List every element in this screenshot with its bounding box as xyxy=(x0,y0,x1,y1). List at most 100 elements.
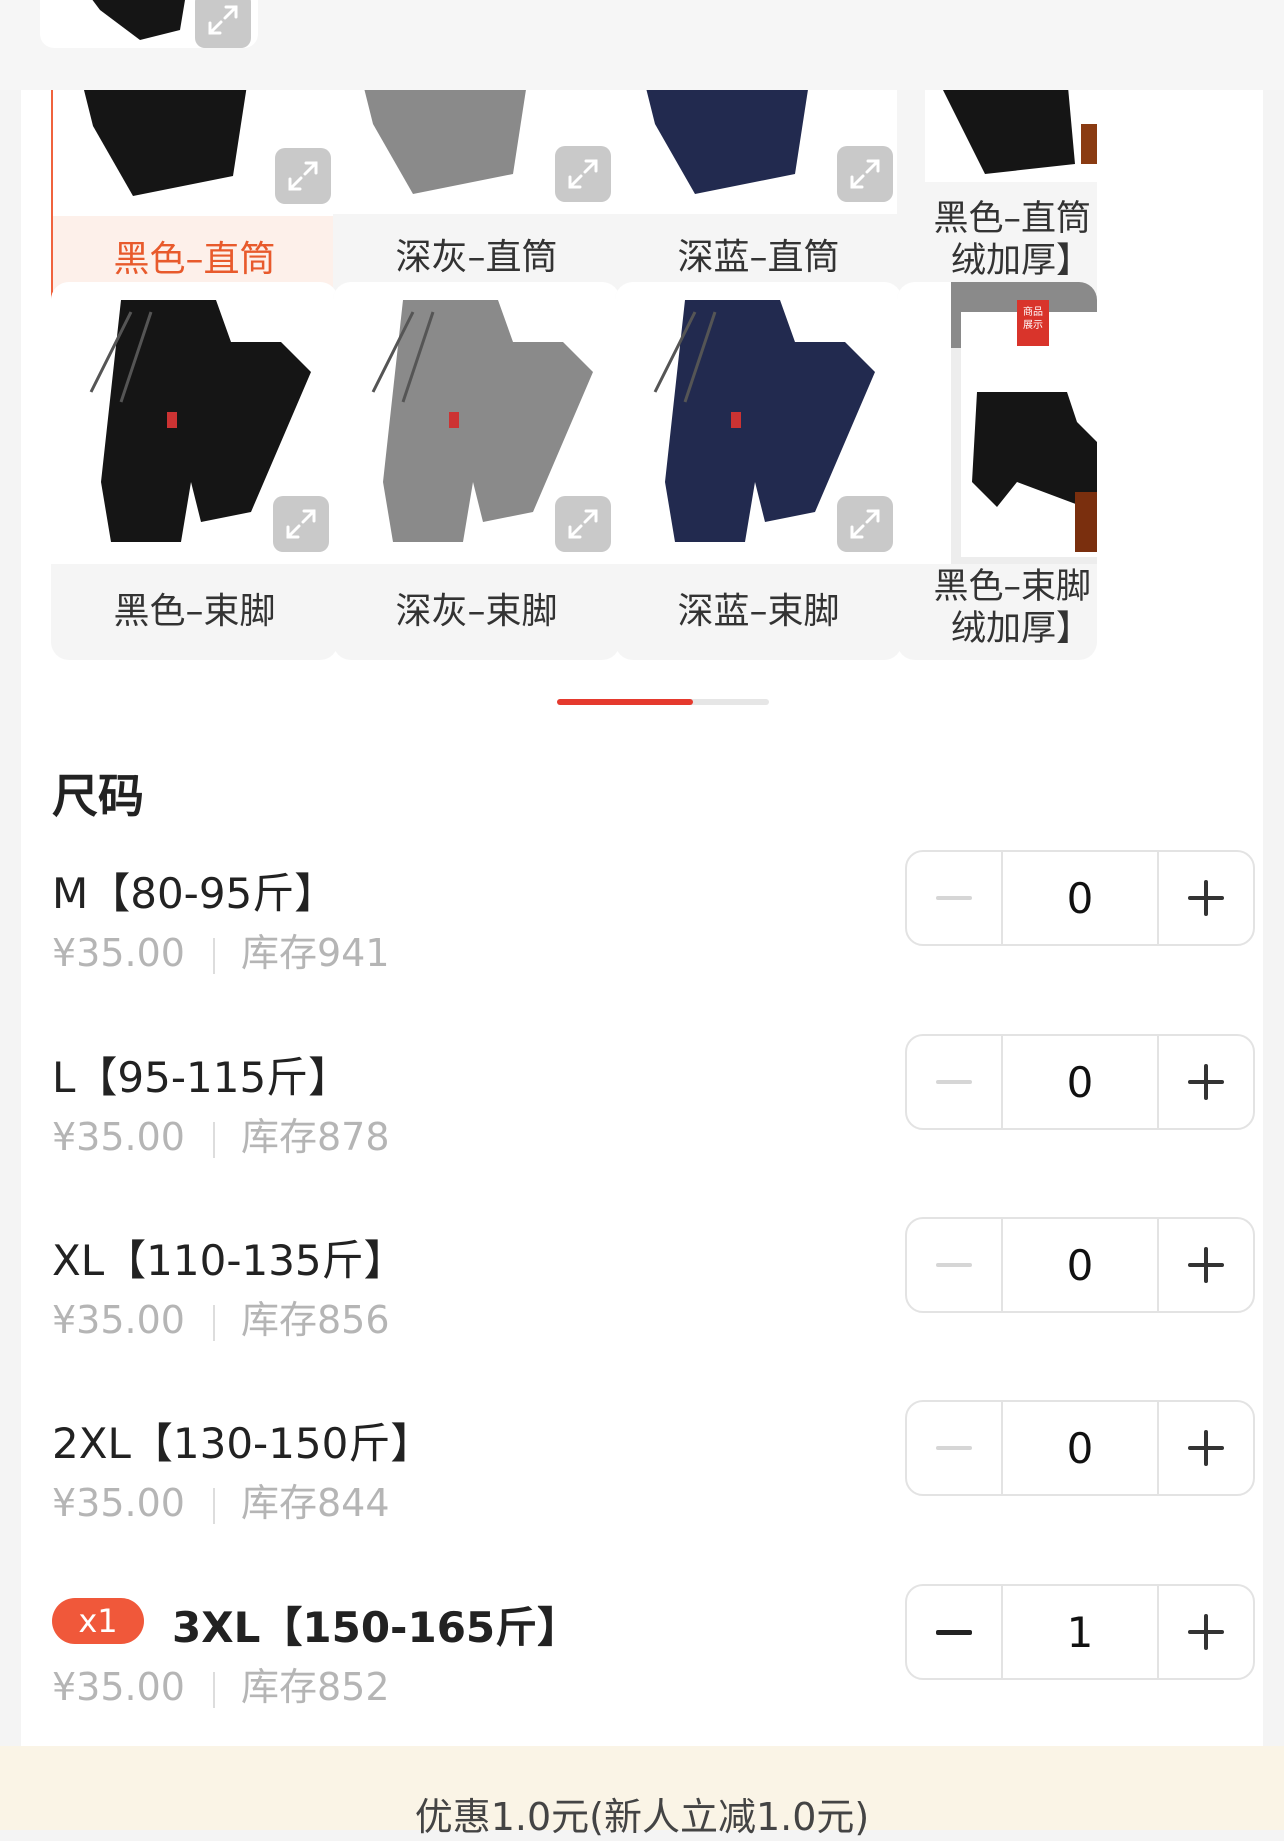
plus-icon xyxy=(1188,1247,1224,1283)
decrement-button[interactable] xyxy=(907,1586,1001,1678)
quantity-stepper: 1 xyxy=(905,1584,1255,1680)
quantity-value[interactable]: 0 xyxy=(1001,1219,1159,1311)
variant-label-line: 绒加厚】 xyxy=(950,241,1091,281)
tag-line: 展示 xyxy=(1023,320,1043,331)
promo-bar: 优惠1.0元(新人立减1.0元) xyxy=(0,1746,1284,1839)
expand-icon[interactable] xyxy=(555,146,611,202)
size-name: XL【110-135斤】 xyxy=(52,1236,406,1285)
variant-label-line: 绒加厚】 xyxy=(950,609,1091,649)
divider xyxy=(212,1121,215,1158)
price: ¥35.00 xyxy=(52,1298,185,1342)
selected-quantity-badge: x1 xyxy=(52,1598,144,1644)
increment-button[interactable] xyxy=(1159,1036,1253,1128)
quantity-value[interactable]: 0 xyxy=(1001,1036,1159,1128)
price: ¥35.00 xyxy=(52,1481,185,1525)
quantity-stepper: 0 xyxy=(905,1034,1255,1130)
variant-label: 黑色–直筒 绒加厚】 xyxy=(897,198,1097,282)
size-row-2xl: 2XL【130-150斤】 ¥35.00 库存844 0 xyxy=(52,1400,1255,1540)
price: ¥35.00 xyxy=(52,931,185,975)
promo-text: 优惠1.0元(新人立减1.0元) xyxy=(414,1795,870,1839)
decrement-button[interactable] xyxy=(907,1036,1001,1128)
plus-icon xyxy=(1188,880,1224,916)
price-stock-line: ¥35.00 库存844 xyxy=(52,1472,390,1527)
variant-label: 黑色–束脚 绒加厚】 xyxy=(897,566,1097,650)
variant-scroll-thumb xyxy=(557,699,693,705)
size-name: M【80-95斤】 xyxy=(52,869,337,918)
size-section-title: 尺码 xyxy=(52,769,144,823)
top-strip xyxy=(0,0,1284,90)
expand-icon[interactable] xyxy=(555,496,611,552)
minus-icon xyxy=(936,896,972,900)
minus-icon xyxy=(936,1446,972,1450)
expand-icon[interactable] xyxy=(837,146,893,202)
variant-label: 深灰–直筒 xyxy=(395,237,558,278)
divider xyxy=(212,1487,215,1524)
plus-icon xyxy=(1188,1614,1224,1650)
minus-icon xyxy=(936,1629,972,1635)
quantity-value[interactable]: 1 xyxy=(1001,1586,1159,1678)
increment-button[interactable] xyxy=(1159,1219,1253,1311)
plus-icon xyxy=(1188,1064,1224,1100)
variant-image xyxy=(333,90,620,214)
decrement-button[interactable] xyxy=(907,1402,1001,1494)
variant-label: 黑色–直筒 xyxy=(113,239,276,280)
quantity-value[interactable]: 0 xyxy=(1001,1402,1159,1494)
price-stock-line: ¥35.00 库存852 xyxy=(52,1656,390,1711)
quantity-stepper: 0 xyxy=(905,850,1255,946)
increment-button[interactable] xyxy=(1159,1586,1253,1678)
plus-icon xyxy=(1188,1430,1224,1466)
size-name: 3XL【150-165斤】 xyxy=(172,1603,580,1652)
increment-button[interactable] xyxy=(1159,1402,1253,1494)
expand-icon[interactable] xyxy=(275,148,331,204)
divider xyxy=(212,1304,215,1341)
expand-icon[interactable] xyxy=(273,496,329,552)
variant-card-navy-jogger[interactable]: 深蓝–束脚 xyxy=(615,282,902,660)
tag-line: 商品 xyxy=(1023,307,1043,318)
price: ¥35.00 xyxy=(52,1665,185,1709)
price-stock-line: ¥35.00 库存941 xyxy=(52,922,390,977)
stock: 库存941 xyxy=(240,931,390,975)
size-name: 2XL【130-150斤】 xyxy=(52,1419,433,1468)
stock: 库存878 xyxy=(240,1115,390,1159)
variant-grid: 黑色–直筒 深灰–直筒 深蓝–直筒 黑色–直筒 绒加厚】 黑色–束脚 深灰–束脚… xyxy=(51,90,1235,680)
product-display-tag: 商品 展示 xyxy=(1017,306,1049,332)
variant-label: 深蓝–直筒 xyxy=(677,237,840,278)
variant-label: 深蓝–束脚 xyxy=(677,591,840,632)
size-row-3xl: x1 3XL【150-165斤】 ¥35.00 库存852 1 xyxy=(52,1584,1255,1724)
variant-label: 黑色–束脚 xyxy=(113,591,276,632)
price-stock-line: ¥35.00 库存856 xyxy=(52,1289,390,1344)
quantity-stepper: 0 xyxy=(905,1217,1255,1313)
price-stock-line: ¥35.00 库存878 xyxy=(52,1106,390,1161)
size-row-xl: XL【110-135斤】 ¥35.00 库存856 0 xyxy=(52,1217,1255,1357)
variant-card-black-jogger-fleece[interactable]: 商品 展示 黑色–束脚 绒加厚】 xyxy=(897,282,1097,660)
divider xyxy=(212,937,215,974)
variant-image xyxy=(615,90,902,214)
expand-icon[interactable] xyxy=(837,496,893,552)
increment-button[interactable] xyxy=(1159,852,1253,944)
minus-icon xyxy=(936,1080,972,1084)
variant-card-gray-jogger[interactable]: 深灰–束脚 xyxy=(333,282,620,660)
product-image xyxy=(92,0,185,40)
price: ¥35.00 xyxy=(52,1115,185,1159)
variant-label-line: 黑色–束脚 xyxy=(933,567,1091,607)
size-name: L【95-115斤】 xyxy=(52,1053,351,1102)
variant-card-black-jogger[interactable]: 黑色–束脚 xyxy=(51,282,338,660)
size-row-m: M【80-95斤】 ¥35.00 库存941 0 xyxy=(52,850,1255,990)
quantity-stepper: 0 xyxy=(905,1400,1255,1496)
quantity-value[interactable]: 0 xyxy=(1001,852,1159,944)
decrement-button[interactable] xyxy=(907,1219,1001,1311)
size-row-l: L【95-115斤】 ¥35.00 库存878 0 xyxy=(52,1034,1255,1174)
stock: 库存856 xyxy=(240,1298,390,1342)
variant-image: 商品 展示 xyxy=(897,282,1097,564)
expand-icon[interactable] xyxy=(195,0,251,48)
minus-icon xyxy=(936,1263,972,1267)
variant-image xyxy=(925,90,1097,182)
main-image-thumbnail[interactable] xyxy=(40,0,258,48)
variant-label: 深灰–束脚 xyxy=(395,591,558,632)
sku-selection-panel: 黑色–直筒 深灰–直筒 深蓝–直筒 黑色–直筒 绒加厚】 黑色–束脚 深灰–束脚… xyxy=(21,90,1263,1746)
stock: 库存844 xyxy=(240,1481,390,1525)
variant-image xyxy=(333,282,620,564)
variant-image xyxy=(53,90,336,216)
divider xyxy=(212,1671,215,1708)
decrement-button[interactable] xyxy=(907,852,1001,944)
